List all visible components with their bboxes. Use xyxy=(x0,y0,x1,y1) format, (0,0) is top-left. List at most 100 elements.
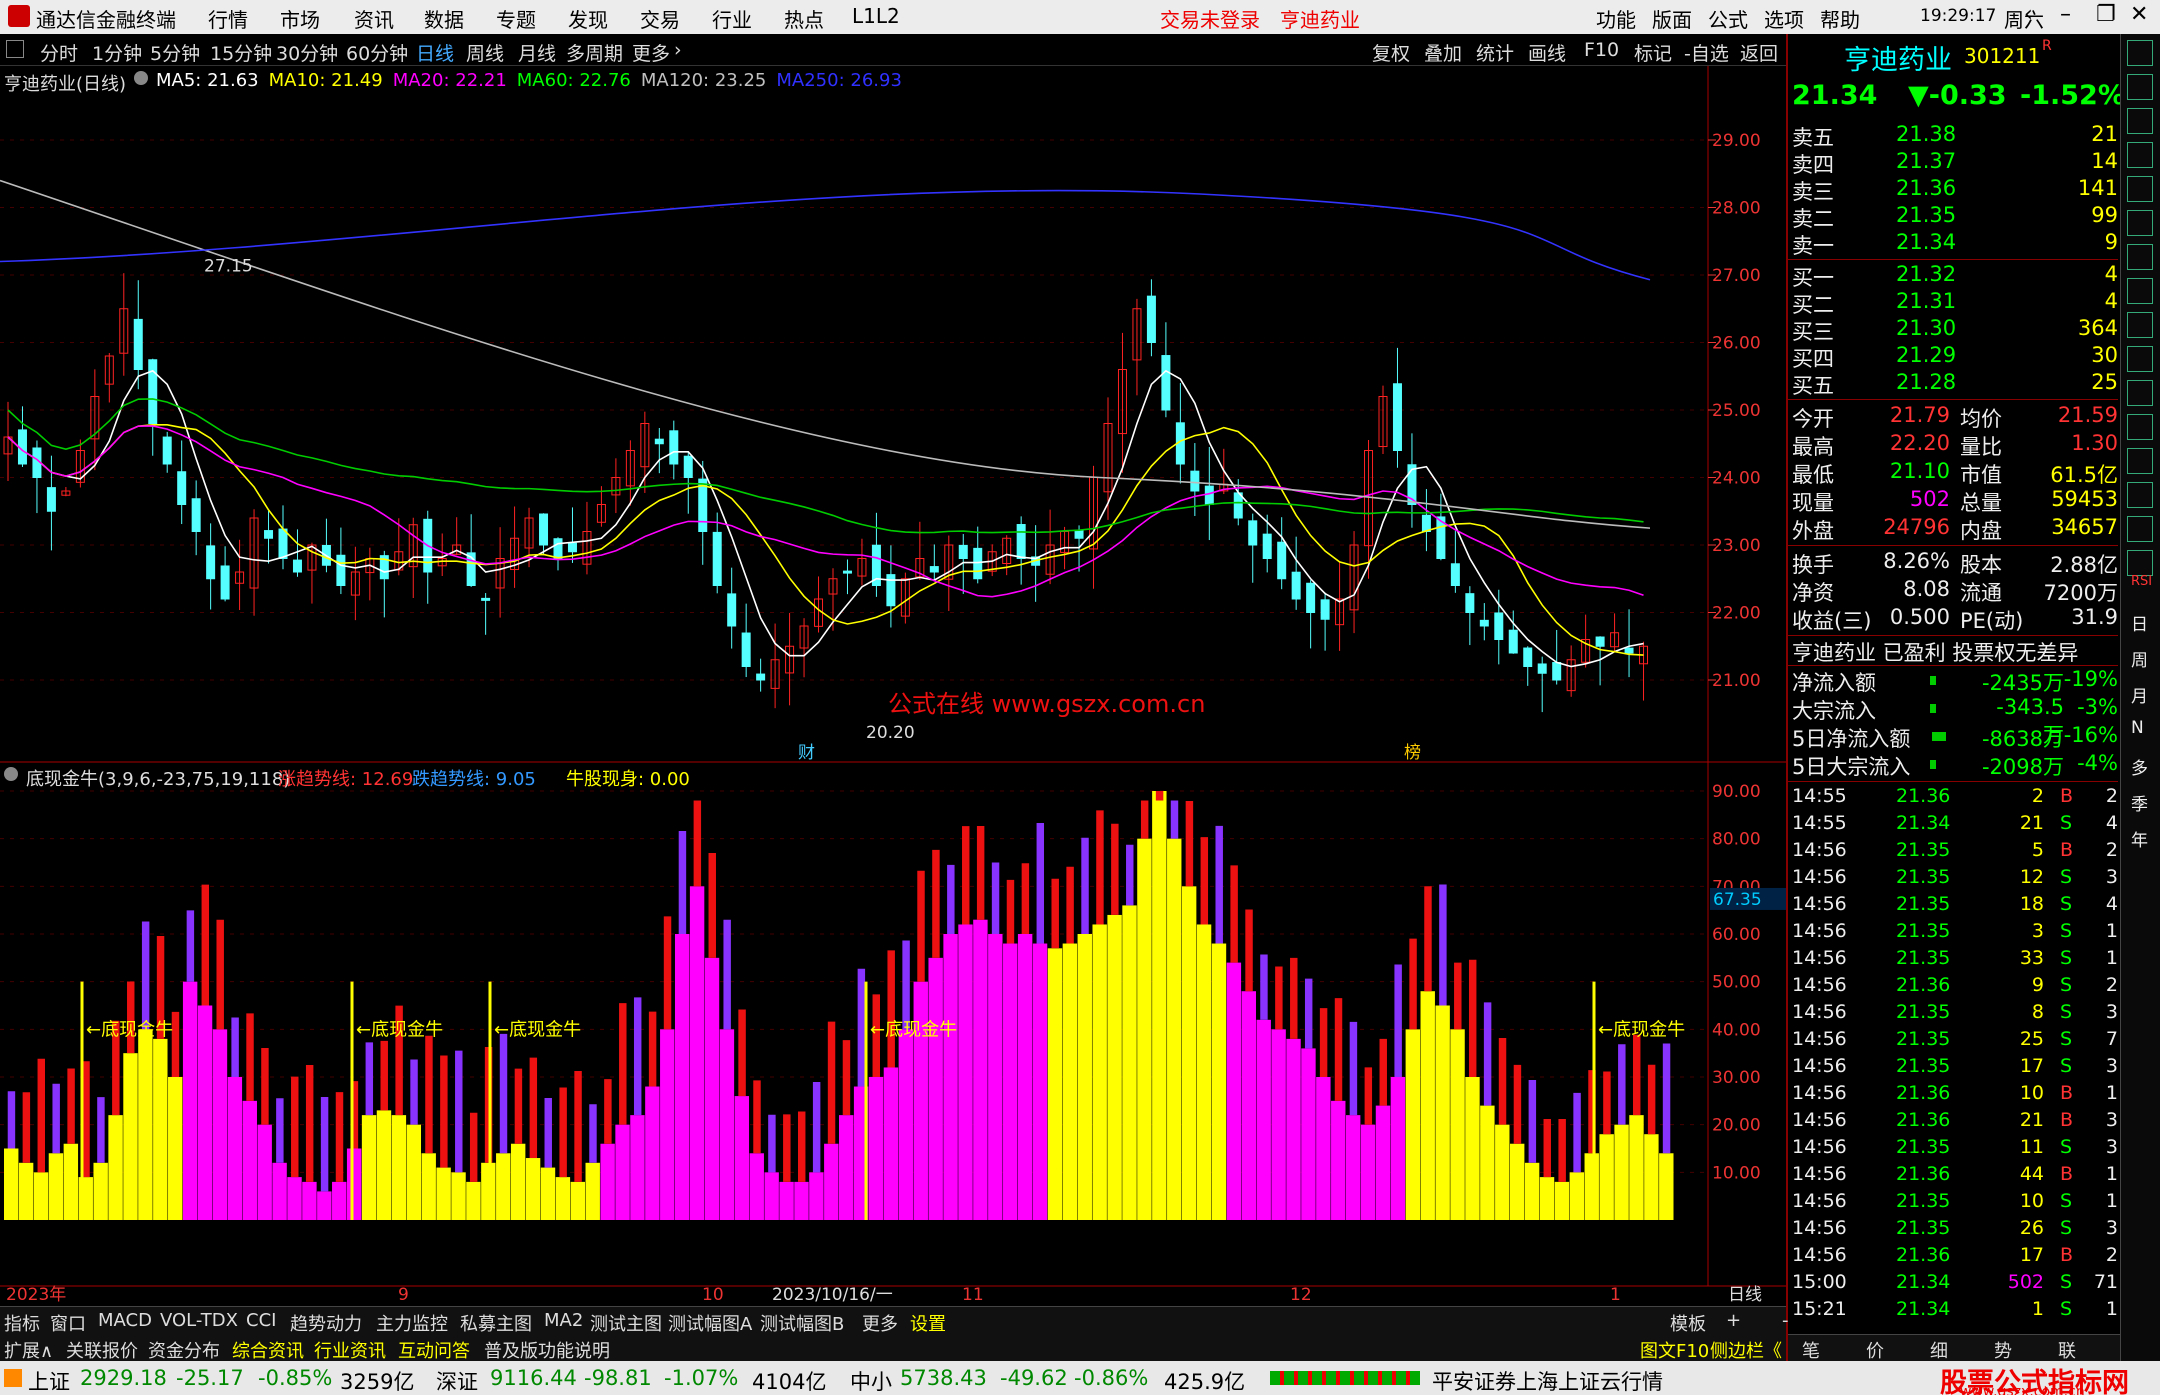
sidebar-tool-icon[interactable] xyxy=(2127,244,2153,270)
bid-row[interactable]: 买三 21.30 364 xyxy=(1792,316,2118,344)
period-9[interactable]: 多周期 xyxy=(566,39,623,66)
ext-tab-5[interactable]: 互动问答 xyxy=(398,1337,470,1363)
sidebar-tool-icon[interactable] xyxy=(2127,278,2153,304)
sidebar-tool-icon[interactable] xyxy=(2127,550,2153,576)
sidebar-tool-icon[interactable] xyxy=(2127,74,2153,100)
menu-2[interactable]: 资讯 xyxy=(354,4,394,33)
period-1[interactable]: 1分钟 xyxy=(92,39,142,66)
indicator-tab-0[interactable]: 指标 xyxy=(4,1310,40,1336)
tool-7[interactable]: 返回 xyxy=(1740,39,1778,66)
ext-tab-1[interactable]: 关联报价 xyxy=(66,1337,138,1363)
quote-tab-1[interactable]: 价 xyxy=(1866,1337,1884,1363)
menu-8[interactable]: 热点 xyxy=(784,4,824,33)
sidebar-item-6[interactable]: 季 xyxy=(2131,790,2148,815)
indicator-tab-3[interactable]: VOL-TDX xyxy=(160,1310,238,1331)
sidebar-tool-icon[interactable] xyxy=(2127,210,2153,236)
sidebar-tool-icon[interactable] xyxy=(2127,482,2153,508)
period-8[interactable]: 月线 xyxy=(518,39,556,66)
minimize-icon[interactable]: – xyxy=(2060,2,2071,27)
quote-tab-4[interactable]: 联 xyxy=(2058,1337,2076,1363)
indicator-tab-7[interactable]: 私募主图 xyxy=(460,1310,532,1336)
sidebar-item-5[interactable]: 多 xyxy=(2131,754,2148,779)
menu-3[interactable]: 数据 xyxy=(424,4,464,33)
period-10[interactable]: 更多 xyxy=(632,39,670,66)
right-menu-0[interactable]: 功能 xyxy=(1596,4,1636,33)
period-5[interactable]: 60分钟 xyxy=(346,39,408,66)
bid-row[interactable]: 买二 21.31 4 xyxy=(1792,289,2118,317)
sidebar-tool-icon[interactable] xyxy=(2127,108,2153,134)
bid-row[interactable]: 买四 21.29 30 xyxy=(1792,343,2118,371)
sidebar-item-3[interactable]: 月 xyxy=(2131,682,2148,707)
sidebar-tool-icon[interactable] xyxy=(2127,516,2153,542)
sidebar-item-2[interactable]: 周 xyxy=(2131,646,2148,671)
ext-tab-3[interactable]: 综合资讯 xyxy=(232,1337,304,1363)
bid-row[interactable]: 买五 21.28 25 xyxy=(1792,370,2118,398)
sidebar-tool-icon[interactable] xyxy=(2127,380,2153,406)
period-3[interactable]: 15分钟 xyxy=(210,39,272,66)
template-btn-1[interactable]: + xyxy=(1726,1310,1741,1331)
back-icon[interactable]: ‹ xyxy=(2024,2,2033,27)
sh-label[interactable]: 上证 xyxy=(28,1366,70,1395)
close-icon[interactable]: ✕ xyxy=(2130,2,2148,27)
menu-7[interactable]: 行业 xyxy=(712,4,752,33)
menu-6[interactable]: 交易 xyxy=(640,4,680,33)
indicator-tab-11[interactable]: 测试幅图B xyxy=(760,1310,844,1336)
ask-row[interactable]: 卖二 21.35 99 xyxy=(1792,203,2118,231)
sidebar-tool-icon[interactable] xyxy=(2127,312,2153,338)
period-6[interactable]: 日线 xyxy=(416,39,454,66)
ext-tab-0[interactable]: 扩展∧ xyxy=(4,1337,53,1363)
menu-9[interactable]: L1L2 xyxy=(852,4,900,28)
quote-tab-3[interactable]: 势 xyxy=(1994,1337,2012,1363)
template-btn-0[interactable]: 模板 xyxy=(1670,1310,1706,1336)
indicator-tab-1[interactable]: 窗口 xyxy=(50,1310,86,1336)
indicator-tab-4[interactable]: CCI xyxy=(246,1310,276,1331)
tool-4[interactable]: F10 xyxy=(1584,39,1619,61)
ext-tab-4[interactable]: 行业资讯 xyxy=(314,1337,386,1363)
quote-tab-0[interactable]: 笔 xyxy=(1802,1337,1820,1363)
sz-label[interactable]: 深证 xyxy=(436,1366,478,1395)
tool-3[interactable]: 画线 xyxy=(1528,39,1566,66)
indicator-tab-5[interactable]: 趋势动力 xyxy=(290,1310,362,1336)
right-menu-1[interactable]: 版面 xyxy=(1652,4,1692,33)
sidebar-tool-icon[interactable] xyxy=(2127,414,2153,440)
trade-status[interactable]: 交易未登录 xyxy=(1160,4,1260,33)
sidebar-tool-icon[interactable] xyxy=(2127,346,2153,372)
menu-0[interactable]: 行情 xyxy=(208,4,248,33)
period-0[interactable]: 分时 xyxy=(40,39,78,66)
sidebar-item-4[interactable]: N xyxy=(2131,718,2144,738)
indicator-tab-6[interactable]: 主力监控 xyxy=(376,1310,448,1336)
sidebar-item-0[interactable]: RSI xyxy=(2131,574,2152,589)
status-icon[interactable] xyxy=(4,1369,22,1387)
sidebar-item-7[interactable]: 年 xyxy=(2131,826,2148,851)
indicator-tab-12[interactable]: 更多 xyxy=(862,1310,898,1336)
template-btn-2[interactable]: - xyxy=(1782,1310,1789,1331)
period-2[interactable]: 5分钟 xyxy=(150,39,200,66)
zx-label[interactable]: 中小 xyxy=(850,1366,892,1395)
sidebar-tool-icon[interactable] xyxy=(2127,176,2153,202)
tool-6[interactable]: -自选 xyxy=(1684,39,1729,66)
indicator-tab-10[interactable]: 测试幅图A xyxy=(668,1310,752,1336)
tool-0[interactable]: 复权 xyxy=(1372,39,1410,66)
ask-row[interactable]: 卖四 21.37 14 xyxy=(1792,149,2118,177)
sidebar-tool-icon[interactable] xyxy=(2127,448,2153,474)
ask-row[interactable]: 卖五 21.38 21 xyxy=(1792,122,2118,150)
period-7[interactable]: 周线 xyxy=(466,39,504,66)
ask-row[interactable]: 卖一 21.34 9 xyxy=(1792,230,2118,258)
panel-toggle-icon[interactable] xyxy=(6,40,24,58)
right-menu-2[interactable]: 公式 xyxy=(1708,4,1748,33)
menu-5[interactable]: 发现 xyxy=(568,4,608,33)
period-4[interactable]: 30分钟 xyxy=(276,39,338,66)
tool-5[interactable]: 标记 xyxy=(1634,39,1672,66)
sidebar-tool-icon[interactable] xyxy=(2127,40,2153,66)
indicator-tab-8[interactable]: MA2 xyxy=(544,1310,583,1331)
right-menu-3[interactable]: 选项 xyxy=(1764,4,1804,33)
bid-row[interactable]: 买一 21.32 4 xyxy=(1792,262,2118,290)
more-chevron-icon[interactable]: › xyxy=(674,39,682,61)
right-menu-4[interactable]: 帮助 xyxy=(1820,4,1860,33)
quote-tab-2[interactable]: 细 xyxy=(1930,1337,1948,1363)
indicator-tab-9[interactable]: 测试主图 xyxy=(590,1310,662,1336)
ext-right-0[interactable]: 图文F10 xyxy=(1640,1337,1709,1363)
indicator-settings-icon[interactable] xyxy=(4,767,18,781)
ext-right-1[interactable]: 侧边栏《 xyxy=(1710,1337,1782,1363)
chart-settings-icon[interactable] xyxy=(134,71,148,85)
